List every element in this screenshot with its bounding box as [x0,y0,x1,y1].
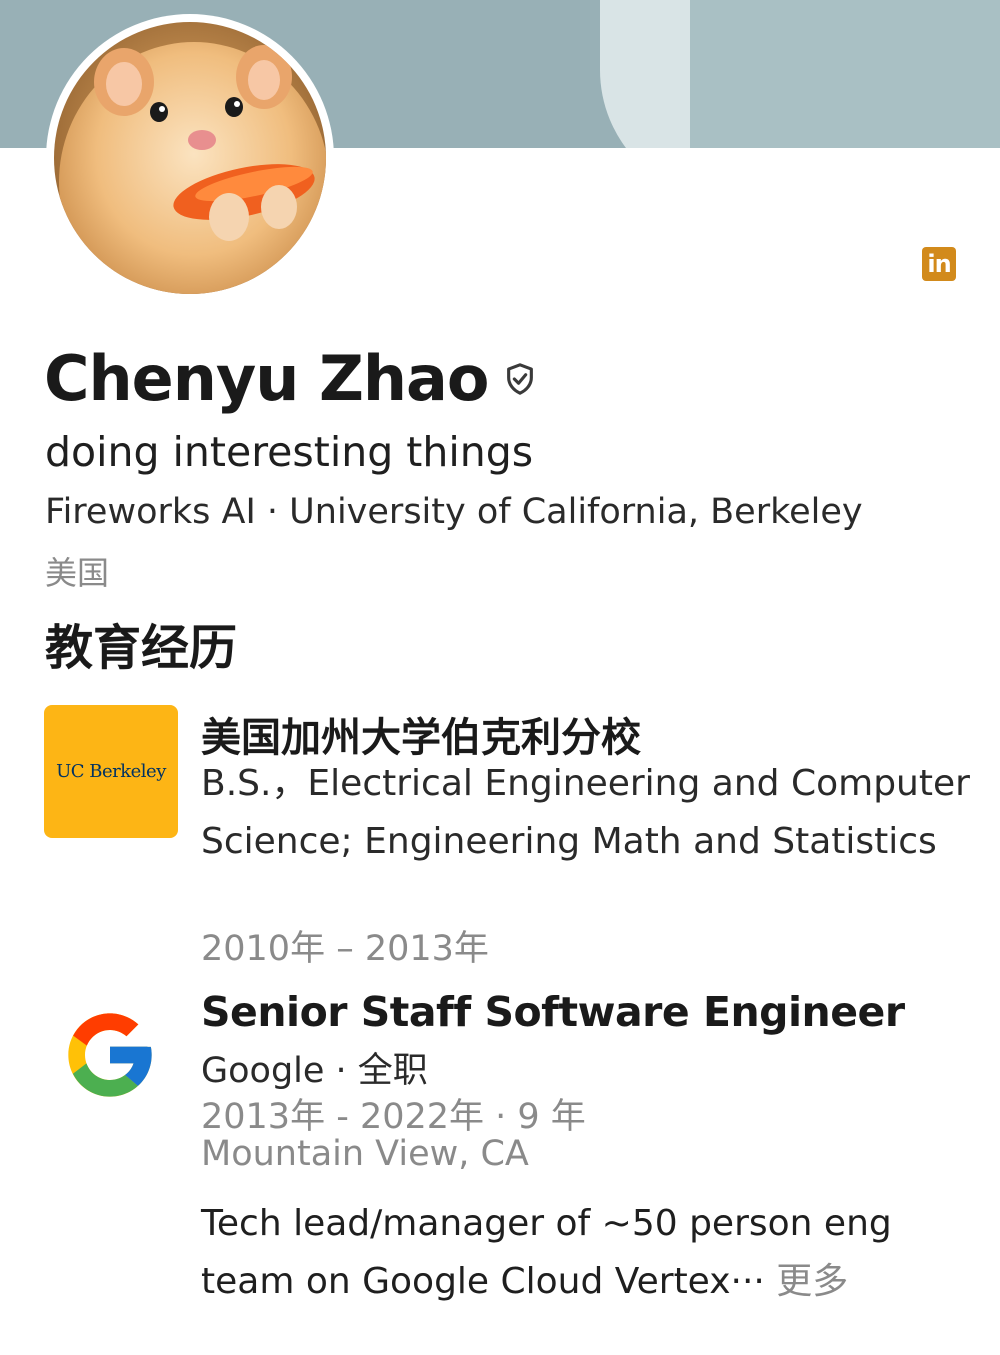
profile-headline: doing interesting things [45,428,534,476]
avatar-photo [54,22,326,294]
education-section-title: 教育经历 [45,620,238,676]
job-title[interactable]: Senior Staff Software Engineer [201,988,905,1036]
education-dates: 2010年 – 2013年 [201,929,489,969]
education-degree: B.S.，Electrical Engineering and Computer… [201,763,970,862]
banner-decoration-right [690,0,1000,148]
see-more-link[interactable]: 更多 [776,1261,848,1302]
job-location: Mountain View, CA [201,1134,529,1174]
linkedin-icon[interactable]: in [922,247,956,281]
uc-berkeley-logo[interactable]: UC Berkeley [44,705,178,838]
avatar[interactable] [46,14,334,302]
shield-check-icon[interactable] [503,362,537,396]
job-description: Tech lead/manager of ~50 person eng team… [201,1195,981,1311]
google-g-logo[interactable] [60,1005,160,1105]
uc-berkeley-logo-text: UC Berkeley [56,761,166,782]
profile-location: 美国 [45,554,110,592]
profile-organizations: Fireworks AI · University of California,… [45,492,863,532]
profile-name: Chenyu Zhao [44,341,489,415]
job-dates: 2013年 - 2022年 · 9 年 [201,1097,586,1137]
profile-name-row: Chenyu Zhao [44,338,537,418]
job-company: Google · 全职 [201,1051,428,1091]
